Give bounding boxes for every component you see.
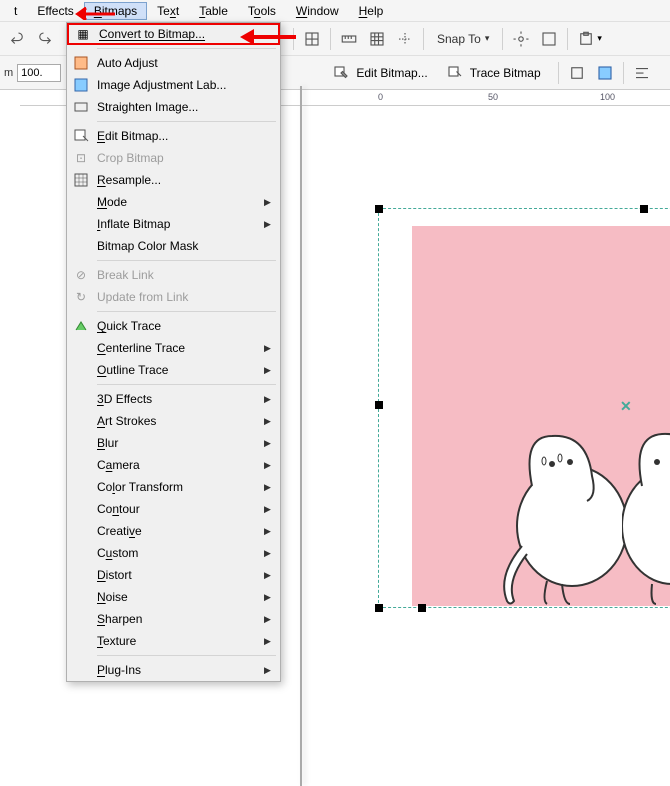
edit-bitmap-icon [67, 128, 95, 144]
menu-plugins[interactable]: Plug-Ins▶ [67, 659, 280, 681]
menu-window[interactable]: Window [286, 2, 349, 20]
update-link-icon: ↻ [67, 290, 95, 304]
submenu-arrow-icon: ▶ [264, 482, 280, 493]
placed-bitmap[interactable] [412, 226, 670, 606]
submenu-arrow-icon: ▶ [264, 548, 280, 559]
options-icon[interactable] [508, 26, 534, 52]
menu-inflate-bitmap[interactable]: Inflate Bitmap▶ [67, 213, 280, 235]
snap-to-dropdown[interactable]: Snap To▾ [429, 29, 497, 49]
menu-color-transform[interactable]: Color Transform▶ [67, 476, 280, 498]
submenu-arrow-icon: ▶ [264, 636, 280, 647]
menu-break-link: ⊘Break Link [67, 264, 280, 286]
submenu-arrow-icon: ▶ [264, 343, 280, 354]
edit-bitmap-icon[interactable] [328, 60, 354, 86]
submenu-arrow-icon: ▶ [264, 365, 280, 376]
submenu-arrow-icon: ▶ [264, 665, 280, 676]
menu-centerline-trace[interactable]: Centerline Trace▶ [67, 337, 280, 359]
submenu-arrow-icon: ▶ [264, 219, 280, 230]
selection-center-icon: ✕ [620, 398, 632, 415]
menu-noise[interactable]: Noise▶ [67, 586, 280, 608]
crop-icon[interactable] [564, 60, 590, 86]
selection-handle[interactable] [375, 401, 383, 409]
selection-handle[interactable] [418, 604, 426, 612]
menu-camera[interactable]: Camera▶ [67, 454, 280, 476]
submenu-arrow-icon: ▶ [264, 416, 280, 427]
ruler-tick: 100 [600, 92, 615, 102]
menu-edit-bitmap[interactable]: Edit Bitmap... [67, 125, 280, 147]
menu-quick-trace[interactable]: Quick Trace [67, 315, 280, 337]
menu-image-adjustment-lab[interactable]: Image Adjustment Lab... [67, 74, 280, 96]
menu-table[interactable]: Table [189, 2, 238, 20]
menu-art-strokes[interactable]: Art Strokes▶ [67, 410, 280, 432]
submenu-arrow-icon: ▶ [264, 504, 280, 515]
menu-help[interactable]: Help [349, 2, 394, 20]
launch-icon[interactable] [573, 26, 599, 52]
width-field[interactable]: 100. [17, 64, 61, 82]
selection-handle[interactable] [375, 205, 383, 213]
menu-bitmap-color-mask[interactable]: Bitmap Color Mask [67, 235, 280, 257]
submenu-arrow-icon: ▶ [264, 592, 280, 603]
ruler-tick: 0 [378, 92, 383, 102]
crop-icon: ⊡ [67, 151, 95, 165]
submenu-arrow-icon: ▶ [264, 570, 280, 581]
menu-crop-bitmap: ⊡Crop Bitmap [67, 147, 280, 169]
convert-icon: ▦ [69, 27, 97, 41]
straighten-icon [67, 99, 95, 115]
menu-sharpen[interactable]: Sharpen▶ [67, 608, 280, 630]
grid2-icon[interactable] [364, 26, 390, 52]
menu-resample[interactable]: Resample... [67, 169, 280, 191]
menu-outline-trace[interactable]: Outline Trace▶ [67, 359, 280, 381]
mm-label-1: m [4, 67, 13, 79]
bitmaps-dropdown: ▦Convert to Bitmap... Auto Adjust Image … [66, 22, 281, 682]
submenu-arrow-icon: ▶ [264, 394, 280, 405]
menu-straighten-image[interactable]: Straighten Image... [67, 96, 280, 118]
selection-handle[interactable] [375, 604, 383, 612]
menu-contour[interactable]: Contour▶ [67, 498, 280, 520]
menu-3d-effects[interactable]: 3D Effects▶ [67, 388, 280, 410]
menu-distort[interactable]: Distort▶ [67, 564, 280, 586]
red-arrow-icon [236, 26, 306, 48]
resample-icon [67, 172, 95, 188]
undo-button[interactable] [4, 26, 30, 52]
red-arrow-menu-icon [60, 0, 130, 20]
ruler-tick: 50 [488, 92, 498, 102]
resample-icon[interactable] [592, 60, 618, 86]
auto-adjust-icon [67, 55, 95, 71]
quick-trace-icon [67, 318, 95, 334]
menu-blur[interactable]: Blur▶ [67, 432, 280, 454]
selection-handle[interactable] [640, 205, 648, 213]
break-link-icon: ⊘ [67, 268, 95, 282]
menu-t[interactable]: t [4, 2, 27, 20]
menu-tools[interactable]: Tools [238, 2, 286, 20]
tool-icon[interactable] [536, 26, 562, 52]
menu-update-from-link: ↻Update from Link [67, 286, 280, 308]
menu-custom[interactable]: Custom▶ [67, 542, 280, 564]
align-icon[interactable] [629, 60, 655, 86]
guides-icon[interactable] [392, 26, 418, 52]
page-edge [300, 86, 302, 786]
submenu-arrow-icon: ▶ [264, 614, 280, 625]
submenu-arrow-icon: ▶ [264, 197, 280, 208]
menu-mode[interactable]: Mode▶ [67, 191, 280, 213]
submenu-arrow-icon: ▶ [264, 438, 280, 449]
trace-bitmap-icon[interactable] [442, 60, 468, 86]
ruler-icon[interactable] [336, 26, 362, 52]
submenu-arrow-icon: ▶ [264, 460, 280, 471]
redo-button[interactable] [32, 26, 58, 52]
menu-texture[interactable]: Texture▶ [67, 630, 280, 652]
adjust-lab-icon [67, 77, 95, 93]
menu-auto-adjust[interactable]: Auto Adjust [67, 52, 280, 74]
submenu-arrow-icon: ▶ [264, 526, 280, 537]
trace-bitmap-label[interactable]: Trace Bitmap [470, 66, 541, 80]
menu-text[interactable]: Text [147, 2, 189, 20]
edit-bitmap-label[interactable]: Edit Bitmap... [356, 66, 427, 80]
menu-creative[interactable]: Creative▶ [67, 520, 280, 542]
